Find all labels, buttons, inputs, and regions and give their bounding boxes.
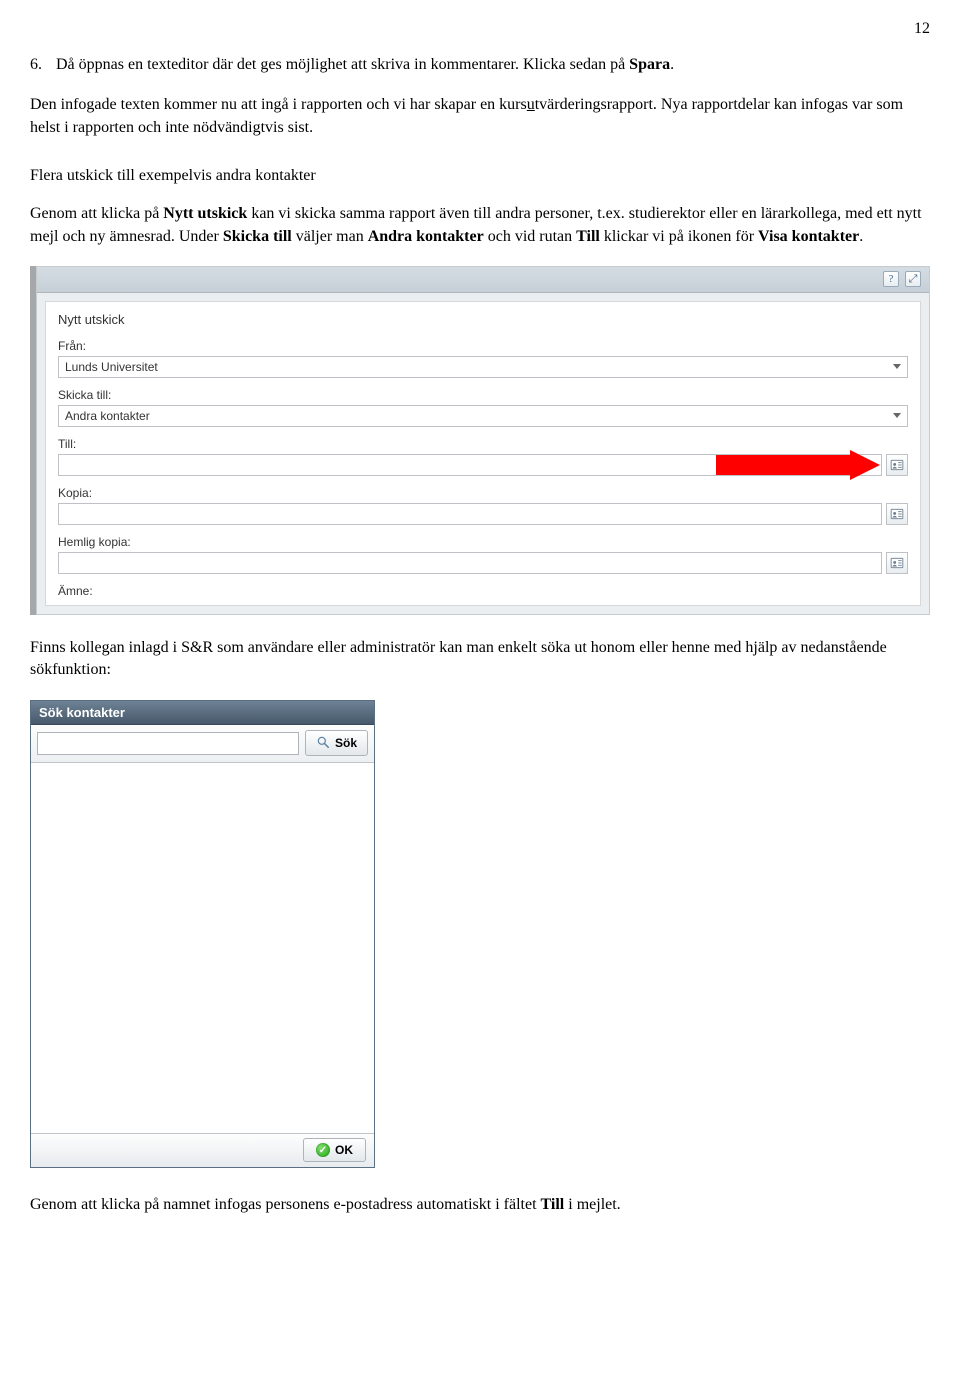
titlebar: ? ⤢ — [37, 267, 929, 293]
step-6-number: 6. — [30, 54, 42, 76]
from-select[interactable]: Lunds Universitet — [58, 356, 908, 378]
help-icon[interactable]: ? — [883, 271, 899, 287]
chevron-down-icon — [893, 364, 901, 369]
search-contacts-dialog: Sök kontakter Sök ✓ OK — [30, 700, 375, 1168]
bcc-label: Hemlig kopia: — [58, 535, 908, 549]
search-input[interactable] — [37, 732, 299, 755]
contact-card-icon — [890, 507, 904, 521]
step-6-text: Då öppnas en texteditor där det ges möjl… — [56, 54, 674, 76]
paragraph-3: Finns kollegan inlagd i S&R som användar… — [30, 637, 930, 682]
contact-card-icon — [890, 556, 904, 570]
show-contacts-button-cc[interactable] — [886, 503, 908, 525]
cc-label: Kopia: — [58, 486, 908, 500]
sendto-label: Skicka till: — [58, 388, 908, 402]
search-toolbar: Sök — [31, 725, 374, 763]
form-title: Nytt utskick — [58, 312, 908, 327]
search-results-list[interactable] — [31, 763, 374, 1133]
show-contacts-button-bcc[interactable] — [886, 552, 908, 574]
from-label: Från: — [58, 339, 908, 353]
email-form-screenshot: ? ⤢ Nytt utskick Från: Lunds Universitet… — [30, 266, 930, 615]
subject-label: Ämne: — [58, 584, 908, 598]
magnifier-icon — [316, 735, 330, 752]
paragraph-1: Den infogade texten kommer nu att ingå i… — [30, 94, 930, 139]
show-contacts-button[interactable] — [886, 454, 908, 476]
to-label: Till: — [58, 437, 908, 451]
search-footer: ✓ OK — [31, 1133, 374, 1167]
expand-icon[interactable]: ⤢ — [905, 271, 921, 287]
ok-button[interactable]: ✓ OK — [303, 1138, 366, 1162]
to-input[interactable] — [58, 454, 882, 476]
cc-input[interactable] — [58, 503, 882, 525]
paragraph-2: Genom att klicka på Nytt utskick kan vi … — [30, 203, 930, 248]
step-6: 6. Då öppnas en texteditor där det ges m… — [30, 54, 930, 76]
sendto-select[interactable]: Andra kontakter — [58, 405, 908, 427]
check-icon: ✓ — [316, 1143, 330, 1157]
section-heading: Flera utskick till exempelvis andra kont… — [30, 167, 930, 185]
chevron-down-icon — [893, 413, 901, 418]
paragraph-4: Genom att klicka på namnet infogas perso… — [30, 1194, 930, 1216]
bcc-input[interactable] — [58, 552, 882, 574]
search-button[interactable]: Sök — [305, 730, 368, 756]
contact-card-icon — [890, 458, 904, 472]
page-number: 12 — [30, 20, 930, 38]
search-contacts-title: Sök kontakter — [31, 701, 374, 725]
